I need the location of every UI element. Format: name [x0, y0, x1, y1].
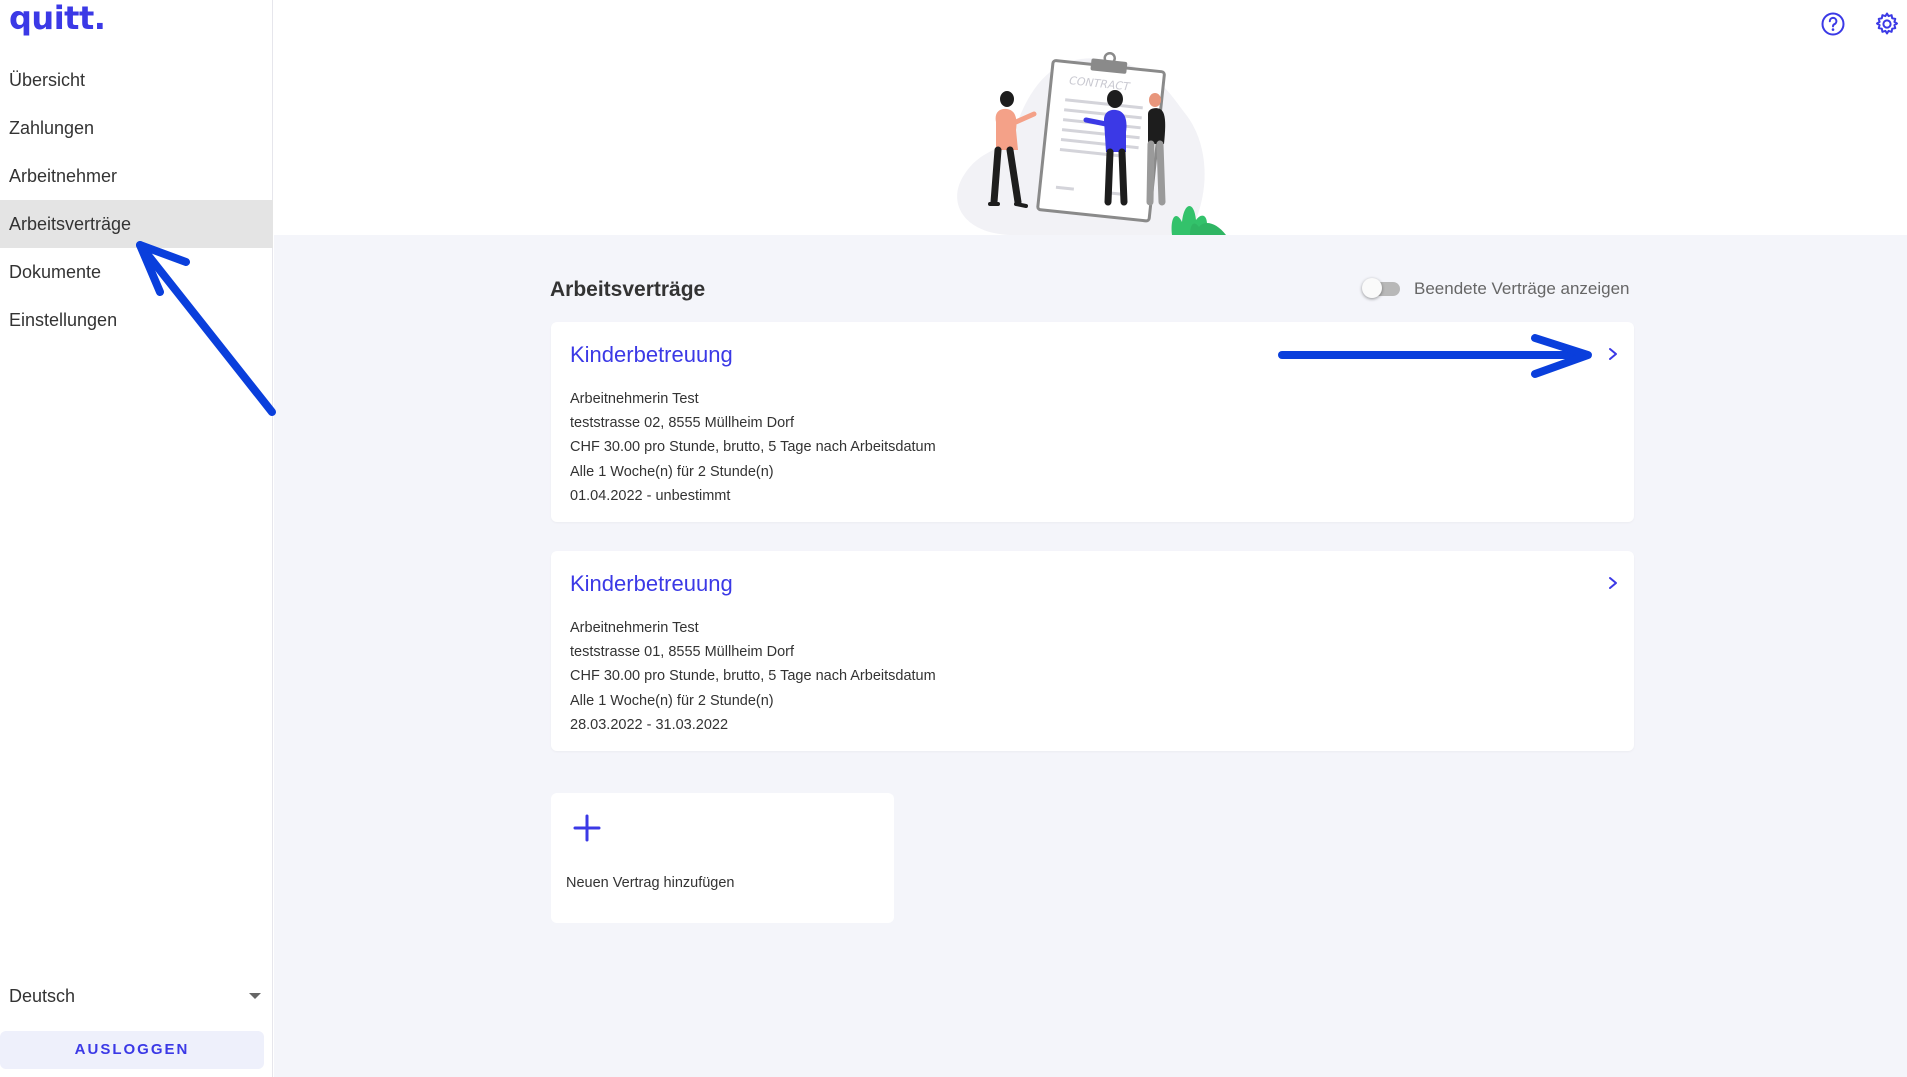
- contract-employee: Arbeitnehmerin Test: [570, 391, 699, 407]
- sidebar-nav: Übersicht Zahlungen Arbeitnehmer Arbeits…: [0, 56, 273, 344]
- add-contract-label: Neuen Vertrag hinzufügen: [566, 875, 735, 891]
- header: CONTRACT: [274, 0, 1907, 235]
- sidebar-item-dokumente[interactable]: Dokumente: [0, 248, 273, 296]
- toggle-label: Beendete Verträge anzeigen: [1414, 279, 1630, 298]
- app-logo[interactable]: quitt.: [9, 0, 106, 36]
- contract-address: teststrasse 02, 8555 Müllheim Dorf: [570, 415, 795, 432]
- sidebar-item-arbeitsvertraege[interactable]: Arbeitsverträge: [0, 200, 273, 248]
- help-icon[interactable]: [1820, 11, 1846, 37]
- chevron-down-icon: [249, 993, 261, 999]
- contract-schedule: Alle 1 Woche(n) für 2 Stunde(n): [570, 463, 774, 480]
- contract-employee: Arbeitnehmerin Test: [570, 620, 699, 636]
- gear-icon[interactable]: [1874, 11, 1900, 37]
- contract-details: Arbeitnehmerin Test teststrasse 02, 8555…: [570, 387, 936, 508]
- contract-card[interactable]: Kinderbetreuung Arbeitnehmerin Test test…: [551, 551, 1634, 751]
- contract-period: 28.03.2022 - 31.03.2022: [570, 716, 729, 733]
- logout-button[interactable]: AUSLOGGEN: [0, 1031, 264, 1069]
- plus-icon[interactable]: [572, 813, 602, 843]
- sidebar-item-uebersicht[interactable]: Übersicht: [0, 56, 273, 104]
- sidebar: quitt. Übersicht Zahlungen Arbeitnehmer …: [0, 0, 273, 1077]
- contract-period: 01.04.2022 - unbestimmt: [570, 487, 731, 504]
- contract-details: Arbeitnehmerin Test teststrasse 01, 8555…: [570, 616, 936, 737]
- chevron-right-icon[interactable]: [1606, 573, 1620, 593]
- contract-title[interactable]: Kinderbetreuung: [570, 342, 733, 368]
- contract-schedule: Alle 1 Woche(n) für 2 Stunde(n): [570, 692, 774, 709]
- add-contract-card[interactable]: Neuen Vertrag hinzufügen: [551, 793, 894, 923]
- contract-wage: CHF 30.00 pro Stunde, brutto, 5 Tage nac…: [570, 668, 936, 685]
- sidebar-item-zahlungen[interactable]: Zahlungen: [0, 104, 273, 152]
- sidebar-item-einstellungen[interactable]: Einstellungen: [0, 296, 273, 344]
- main-content: Arbeitsverträge Beendete Verträge anzeig…: [274, 235, 1907, 1077]
- language-select-value: Deutsch: [9, 986, 76, 1006]
- chevron-right-icon[interactable]: [1606, 344, 1620, 364]
- page-title: Arbeitsverträge: [550, 278, 706, 301]
- contract-card[interactable]: Kinderbetreuung Arbeitnehmerin Test test…: [551, 322, 1634, 522]
- toggle-knob[interactable]: [1362, 278, 1382, 298]
- contract-wage: CHF 30.00 pro Stunde, brutto, 5 Tage nac…: [570, 439, 936, 456]
- contract-illustration: CONTRACT: [957, 52, 1226, 235]
- sidebar-item-arbeitnehmer[interactable]: Arbeitnehmer: [0, 152, 273, 200]
- language-select[interactable]: Deutsch: [9, 980, 261, 1012]
- contract-address: teststrasse 01, 8555 Müllheim Dorf: [570, 644, 795, 661]
- contract-title[interactable]: Kinderbetreuung: [570, 571, 733, 597]
